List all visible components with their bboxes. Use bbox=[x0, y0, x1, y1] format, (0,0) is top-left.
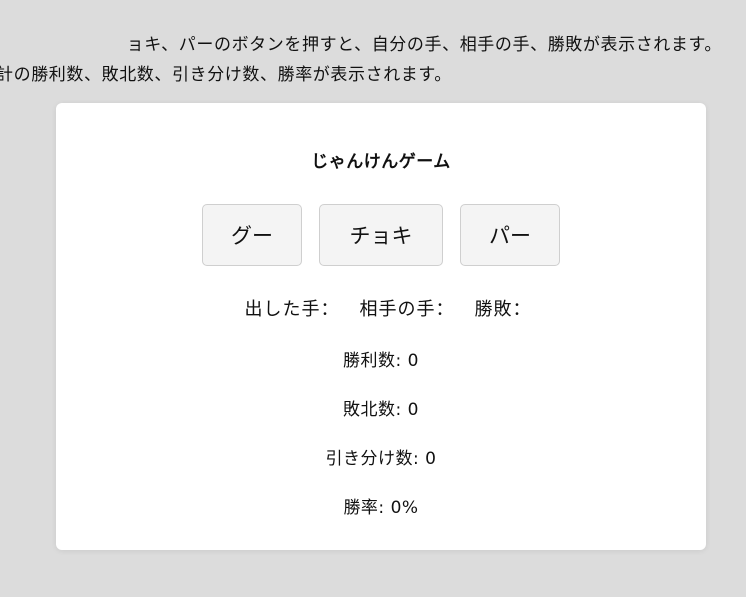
losses-value: 0 bbox=[407, 400, 419, 420]
instructions: ョキ、パーのボタンを押すと、自分の手、相手の手、勝敗が表示されます。 計の勝利数… bbox=[0, 0, 746, 90]
rock-button[interactable]: グー bbox=[202, 204, 302, 266]
game-card: じゃんけんゲーム グー チョキ パー 出した手： 相手の手： 勝敗： 勝利数: … bbox=[56, 103, 706, 550]
draws-value: 0 bbox=[425, 449, 437, 469]
my-hand-label: 出した手： bbox=[244, 299, 340, 320]
outcome: 勝敗： bbox=[475, 295, 532, 321]
my-hand: 出した手： bbox=[245, 295, 340, 321]
opponent-hand-label: 相手の手： bbox=[359, 299, 455, 320]
result-row: 出した手： 相手の手： 勝敗： bbox=[56, 295, 706, 321]
win-rate-label: 勝率: bbox=[343, 498, 391, 518]
scissors-button[interactable]: チョキ bbox=[319, 204, 443, 266]
game-title: じゃんけんゲーム bbox=[311, 152, 451, 172]
wins-label: 勝利数: bbox=[343, 351, 408, 371]
wins-count: 勝利数: 0 bbox=[56, 346, 706, 371]
opponent-hand: 相手の手： bbox=[360, 295, 455, 321]
hand-buttons: グー チョキ パー bbox=[56, 204, 706, 266]
paper-button[interactable]: パー bbox=[460, 204, 560, 266]
win-rate-value: 0% bbox=[390, 498, 419, 518]
losses-count: 敗北数: 0 bbox=[56, 395, 706, 420]
draws-label: 引き分け数: bbox=[325, 449, 426, 469]
instructions-line-1: ョキ、パーのボタンを押すと、自分の手、相手の手、勝敗が表示されます。 bbox=[126, 35, 722, 55]
losses-label: 敗北数: bbox=[343, 400, 408, 420]
instructions-line-2: 計の勝利数、敗北数、引き分け数、勝率が表示されます。 bbox=[0, 65, 452, 85]
draws-count: 引き分け数: 0 bbox=[56, 444, 706, 469]
win-rate: 勝率: 0% bbox=[56, 493, 706, 518]
wins-value: 0 bbox=[407, 351, 419, 371]
outcome-label: 勝敗： bbox=[474, 299, 532, 320]
